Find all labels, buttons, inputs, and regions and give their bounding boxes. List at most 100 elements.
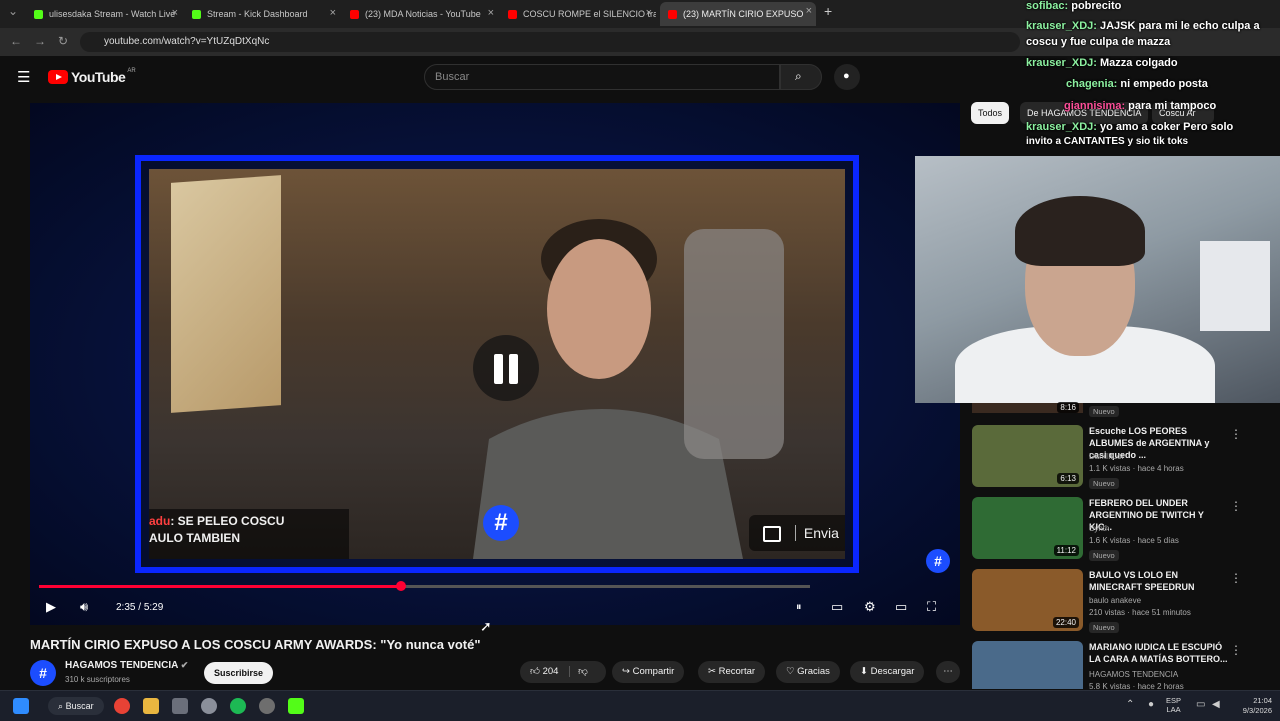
progress-bar[interactable] — [39, 581, 810, 591]
side-channel[interactable]: Synth — [1089, 523, 1109, 535]
side-badge: Nuevo — [1089, 622, 1119, 633]
side-video-item[interactable]: 6:13 Escuche LOS PEORES ALBUMES de ARGEN… — [972, 425, 1242, 491]
chat-user: krauser_XDJ: — [1026, 57, 1097, 69]
more-options-icon[interactable]: ⋮ — [1230, 643, 1242, 657]
subtitles-icon[interactable]: ▭ — [831, 599, 843, 615]
more-actions-button[interactable]: ⋯ — [936, 661, 960, 683]
clip-button[interactable]: ✂ Recortar — [698, 661, 766, 683]
logo-text: YouTube — [71, 69, 126, 85]
download-button[interactable]: ⬇ Descargar — [850, 661, 925, 683]
spotify-icon[interactable] — [230, 698, 246, 714]
close-icon[interactable]: × — [172, 7, 178, 19]
browser-tab[interactable]: COSCU ROMPE el SILENCIO tra × — [500, 4, 656, 24]
side-channel[interactable]: baulo anakeve — [1089, 595, 1141, 607]
caption-line-1: : SE PELEO COSCU — [170, 514, 285, 528]
side-thumbnail[interactable] — [972, 641, 1083, 689]
like-count: 204 — [542, 666, 559, 677]
tab-label: Stream - Kick Dashboard — [207, 9, 308, 19]
side-duration: 8:16 — [1057, 402, 1079, 413]
windows-start-icon[interactable] — [13, 698, 29, 714]
close-icon[interactable]: × — [806, 5, 812, 17]
side-title[interactable]: BAULO VS LOLO EN MINECRAFT SPEEDRUN — [1089, 569, 1229, 593]
like-button[interactable]: 👍︎ 204 — [530, 666, 558, 677]
side-title[interactable]: MARIANO IUDICA LE ESCUPIÓ LA CARA A MATÍ… — [1089, 641, 1229, 665]
send-overlay: Envia — [749, 515, 845, 551]
search-input[interactable]: Buscar — [424, 64, 780, 90]
progress-scrubber[interactable] — [396, 581, 407, 591]
close-icon[interactable]: × — [330, 7, 336, 19]
obs-icon[interactable] — [201, 698, 217, 714]
thanks-button[interactable]: ♡ Gracias — [776, 661, 840, 683]
side-video-item[interactable]: 11:12 FEBRERO DEL UNDER ARGENTINO DE TWI… — [972, 497, 1242, 563]
side-thumbnail[interactable]: 6:13 — [972, 425, 1083, 487]
url-field[interactable]: youtube.com/watch?v=YtUZqDtXqNc — [80, 32, 1020, 52]
close-icon[interactable]: × — [488, 7, 494, 19]
channel-avatar[interactable]: # — [30, 660, 56, 686]
chat-message: krauser_XDJ: yo amo a coker Pero solo — [1026, 121, 1233, 133]
chrome-icon[interactable] — [114, 698, 130, 714]
youtube-logo[interactable]: YouTube AR — [48, 68, 136, 85]
play-icon[interactable]: ▶ — [46, 599, 56, 615]
close-icon[interactable]: × — [646, 7, 652, 19]
lang-layout: LAA — [1166, 705, 1181, 714]
side-thumbnail[interactable]: 22:40 — [972, 569, 1083, 631]
back-icon[interactable]: ← — [10, 34, 22, 48]
app-icon[interactable] — [172, 698, 188, 714]
side-video-item[interactable]: 22:40 BAULO VS LOLO EN MINECRAFT SPEEDRU… — [972, 569, 1242, 635]
browser-tab[interactable]: ulisesdaka Stream - Watch Live × — [26, 4, 182, 24]
theater-mode-icon[interactable]: ▭ — [895, 599, 907, 615]
more-options-icon[interactable]: ⋮ — [1230, 571, 1242, 585]
browser-tab[interactable]: Stream - Kick Dashboard × — [184, 4, 340, 24]
thanks-label: Gracias — [797, 666, 830, 677]
settings-icon[interactable]: ⚙︎ — [864, 599, 876, 615]
pause-icon[interactable] — [473, 335, 539, 401]
tab-list-icon[interactable]: ⌄ — [8, 4, 18, 18]
forward-icon[interactable]: → — [34, 34, 46, 48]
volume-icon[interactable]: 🔊︎ — [80, 599, 88, 615]
side-video-item[interactable]: MARIANO IUDICA LE ESCUPIÓ LA CARA A MATÍ… — [972, 641, 1242, 689]
kick-icon[interactable] — [288, 698, 304, 714]
more-options-icon[interactable]: ⋮ — [1230, 427, 1242, 441]
search-button[interactable]: ⌕ — [780, 64, 822, 90]
browser-tab[interactable]: (23) MDA Noticias - YouTube × — [342, 4, 498, 24]
browser-tab-active[interactable]: (23) MARTÍN CIRIO EXPUSO × — [660, 2, 816, 26]
mic-tray-icon[interactable]: ● — [1148, 699, 1154, 710]
side-channel[interactable]: DarkIIILol — [1089, 451, 1123, 463]
clock[interactable]: 21:04 9/3/2026 — [1234, 696, 1272, 716]
side-duration: 11:12 — [1053, 545, 1079, 556]
more-options-icon[interactable]: ⋮ — [1230, 499, 1242, 513]
chat-text: yo amo a coker Pero solo — [1096, 121, 1234, 133]
os-taskbar: ⌕ Buscar ⌃ ● ESP LAA ▭ ◀ 21:04 9/3/2026 — [0, 690, 1280, 721]
lang-code: ESP — [1166, 696, 1182, 705]
channel-name[interactable]: HAGAMOS TENDENCIA ✔ — [65, 660, 188, 671]
menu-icon[interactable]: ☰ — [17, 68, 30, 86]
side-thumb-partial[interactable]: 8:16 — [972, 402, 1083, 413]
language-indicator[interactable]: ESP LAA — [1166, 696, 1181, 714]
volume-tray-icon[interactable]: ◀ — [1212, 699, 1220, 710]
file-explorer-icon[interactable] — [143, 698, 159, 714]
app-icon-2[interactable] — [259, 698, 275, 714]
tray-expand-icon[interactable]: ⌃ — [1126, 699, 1134, 710]
voice-search-button[interactable]: ● — [834, 64, 860, 90]
time-current: 2:35 — [116, 602, 136, 613]
new-tab-button[interactable]: + — [824, 3, 832, 19]
share-button[interactable]: ↪ Compartir — [612, 661, 685, 683]
dislike-button[interactable]: 👎︎ — [569, 666, 588, 677]
chip-all[interactable]: Todos — [971, 102, 1010, 124]
reload-icon[interactable]: ↻ — [58, 34, 68, 48]
side-channel[interactable]: HAGAMOS TENDENCIA — [1089, 669, 1178, 681]
channel-branding-icon[interactable]: # — [926, 549, 950, 573]
video-player[interactable]: adu: SE PELEO COSCU AULO TAMBIEN Envia #… — [30, 103, 960, 625]
caption-line-2: AULO TAMBIEN — [149, 531, 241, 545]
network-icon[interactable]: ▭ — [1196, 699, 1205, 710]
taskbar-search[interactable]: ⌕ Buscar — [48, 697, 104, 715]
fullscreen-icon[interactable]: ⛶ — [927, 599, 936, 615]
background-poster — [1200, 241, 1270, 331]
stream-caption: adu: SE PELEO COSCU AULO TAMBIEN — [149, 509, 349, 559]
kick-icon — [34, 9, 43, 19]
video-content[interactable]: adu: SE PELEO COSCU AULO TAMBIEN Envia # — [149, 169, 845, 559]
subscribe-button[interactable]: Suscribirse — [204, 662, 274, 684]
side-title[interactable]: FEBRERO DEL UNDER ARGENTINO DE TWITCH Y … — [1089, 497, 1229, 533]
side-thumbnail[interactable]: 11:12 — [972, 497, 1083, 559]
autoplay-toggle[interactable]: ⏸︎ — [796, 601, 802, 614]
